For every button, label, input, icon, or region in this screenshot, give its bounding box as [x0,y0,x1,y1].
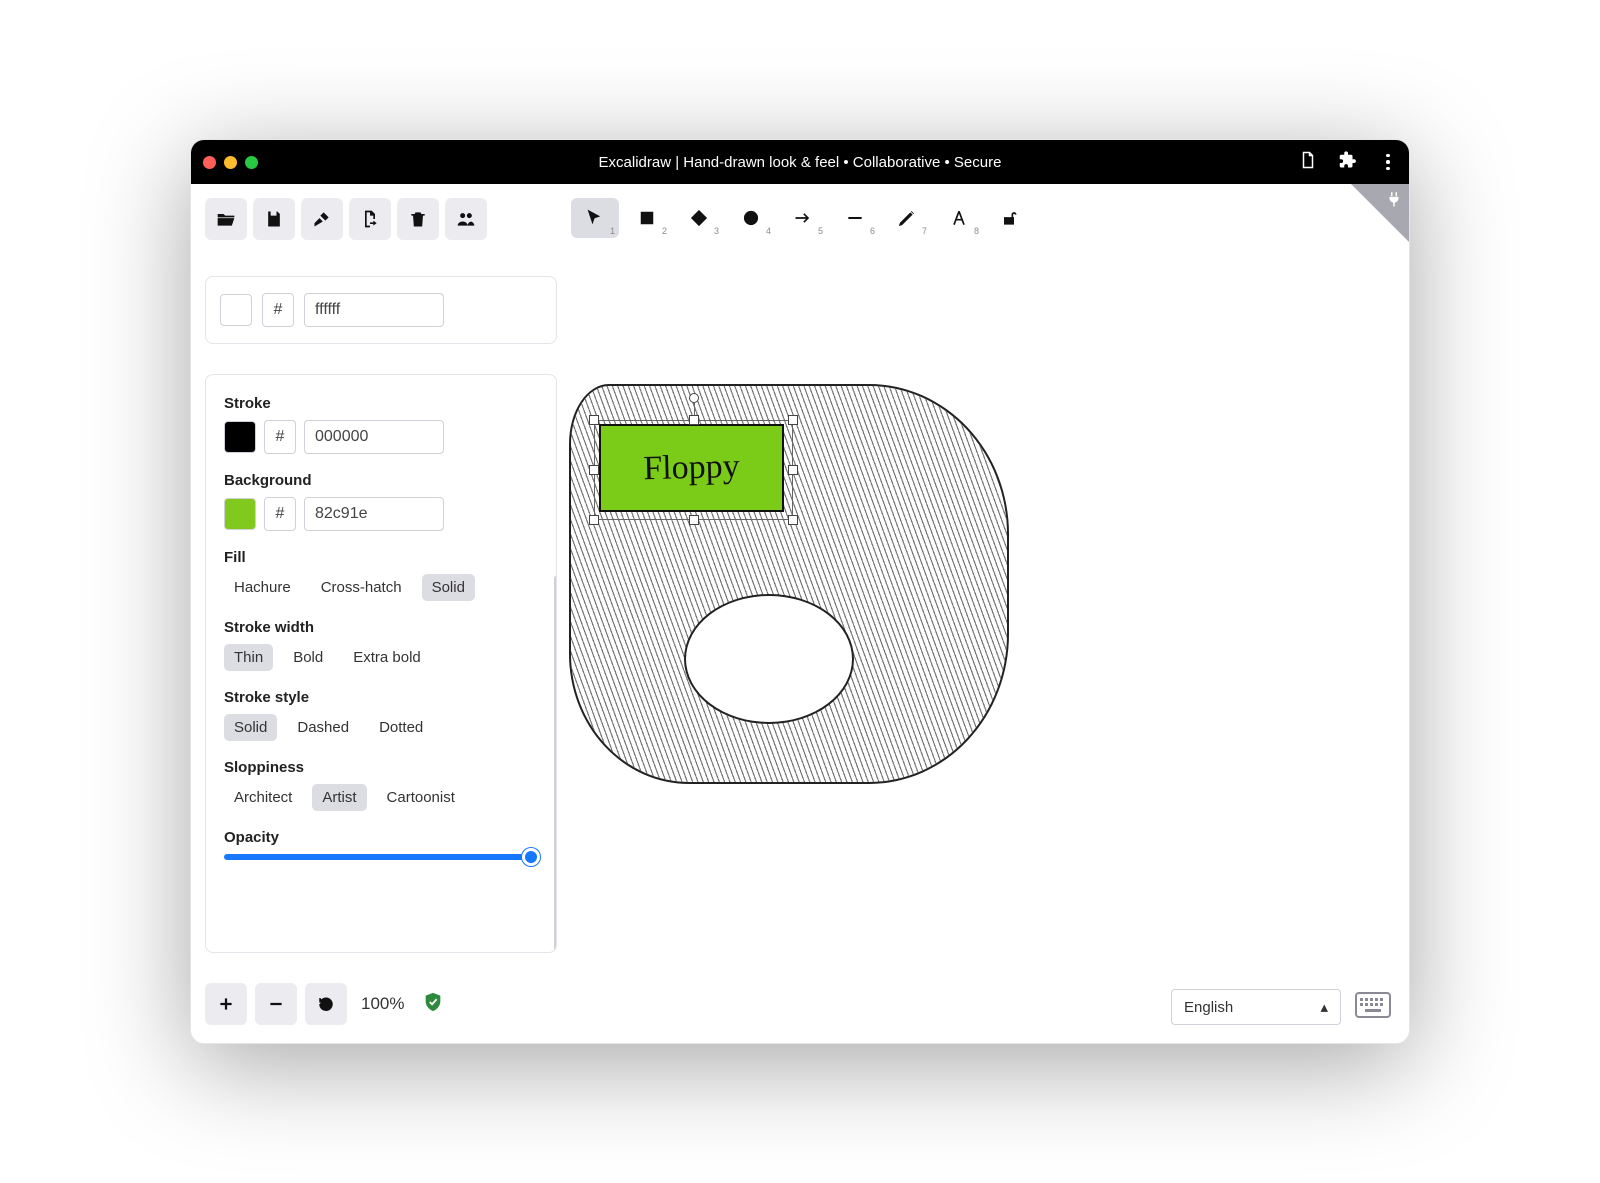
sloppiness-label: Sloppiness [224,759,538,776]
stroke-width-label: Stroke width [224,619,538,636]
sw-extrabold[interactable]: Extra bold [343,644,431,671]
save-button[interactable] [253,198,295,240]
export-button[interactable] [349,198,391,240]
clear-button[interactable] [301,198,343,240]
resize-handle-ml[interactable] [589,465,599,475]
background-label: Background [224,472,538,489]
selection-box[interactable] [594,420,793,520]
canvas-bg-swatch[interactable] [220,294,252,326]
collab-button[interactable] [445,198,487,240]
hash-label: # [262,293,294,327]
sloppiness-options: Architect Artist Cartoonist [224,784,538,811]
resize-handle-mr[interactable] [788,465,798,475]
delete-button[interactable] [397,198,439,240]
stroke-swatch[interactable] [224,421,256,453]
fill-hachure[interactable]: Hachure [224,574,301,601]
hash-label: # [264,420,296,454]
canvas-area[interactable]: Floppy [569,184,1409,1043]
fill-solid[interactable]: Solid [422,574,475,601]
canvas-bg-card: # [205,276,557,344]
shield-icon [422,991,444,1018]
window-title: Excalidraw | Hand-drawn look & feel • Co… [191,154,1409,171]
resize-handle-bl[interactable] [589,515,599,525]
stroke-label: Stroke [224,395,538,412]
sl-artist[interactable]: Artist [312,784,366,811]
fill-crosshatch[interactable]: Cross-hatch [311,574,412,601]
ss-dotted[interactable]: Dotted [369,714,433,741]
resize-handle-tl[interactable] [589,415,599,425]
ss-solid[interactable]: Solid [224,714,277,741]
zoom-controls: 100% [205,983,444,1025]
zoom-in-button[interactable] [205,983,247,1025]
resize-handle-br[interactable] [788,515,798,525]
resize-handle-bm[interactable] [689,515,699,525]
fill-label: Fill [224,549,538,566]
opacity-label: Opacity [224,829,538,846]
open-button[interactable] [205,198,247,240]
stroke-style-options: Solid Dashed Dotted [224,714,538,741]
file-toolbar [205,198,487,240]
ss-dashed[interactable]: Dashed [287,714,359,741]
rotate-handle[interactable] [689,393,699,403]
resize-handle-tm[interactable] [689,415,699,425]
sl-architect[interactable]: Architect [224,784,302,811]
opacity-slider[interactable] [224,854,538,860]
sw-bold[interactable]: Bold [283,644,333,671]
opacity-thumb[interactable] [522,848,540,866]
zoom-reset-button[interactable] [305,983,347,1025]
sw-thin[interactable]: Thin [224,644,273,671]
stroke-width-options: Thin Bold Extra bold [224,644,538,671]
stroke-style-label: Stroke style [224,689,538,706]
hash-label: # [264,497,296,531]
canvas-bg-hex-input[interactable] [304,293,444,327]
title-bar: Excalidraw | Hand-drawn look & feel • Co… [191,140,1409,184]
stroke-hex-input[interactable] [304,420,444,454]
background-swatch[interactable] [224,498,256,530]
properties-panel: Stroke # Background # Fill Hachure [205,374,557,953]
resize-handle-tr[interactable] [788,415,798,425]
app-window: Excalidraw | Hand-drawn look & feel • Co… [190,139,1410,1044]
background-hex-input[interactable] [304,497,444,531]
scrollbar[interactable] [554,575,557,953]
fill-options: Hachure Cross-hatch Solid [224,574,538,601]
zoom-out-button[interactable] [255,983,297,1025]
disk-hole [684,594,854,724]
zoom-percent: 100% [361,994,404,1014]
sl-cartoonist[interactable]: Cartoonist [377,784,465,811]
